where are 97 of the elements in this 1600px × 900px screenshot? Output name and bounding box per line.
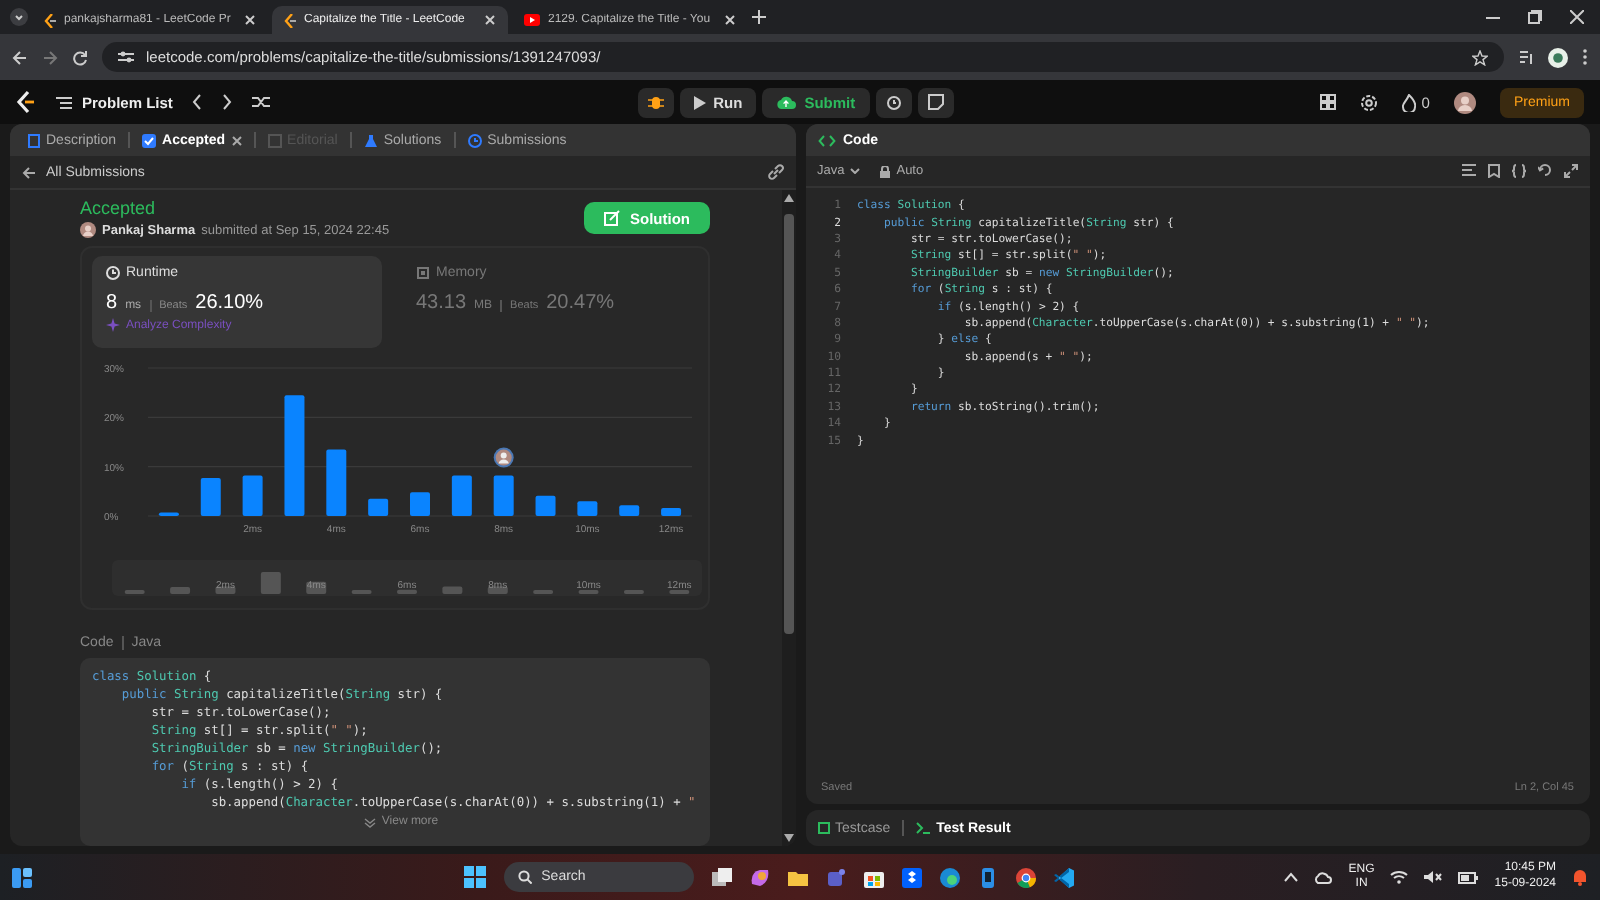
widgets-icon[interactable] [12, 867, 32, 887]
new-tab-icon[interactable] [752, 10, 766, 24]
book-icon [267, 133, 282, 147]
copilot-icon[interactable] [749, 867, 770, 887]
search-icon [517, 870, 532, 884]
metric-value: 8 [106, 292, 118, 314]
metric-value: 43.13 [416, 292, 467, 314]
chart-bar[interactable] [451, 475, 472, 516]
close-icon[interactable] [484, 14, 496, 26]
timer-button[interactable] [875, 87, 912, 117]
avatar-icon [80, 222, 96, 238]
settings-icon[interactable] [1359, 93, 1378, 111]
notification-bell-icon[interactable] [1572, 868, 1588, 886]
close-icon[interactable] [231, 135, 242, 145]
previous-icon[interactable] [192, 94, 203, 110]
vscode-icon[interactable] [1053, 867, 1074, 887]
shuffle-icon[interactable] [252, 94, 271, 110]
store-icon[interactable] [863, 867, 884, 887]
chevron-down-icon [363, 817, 376, 827]
next-icon[interactable] [222, 94, 233, 110]
more-icon[interactable] [1582, 48, 1588, 66]
wifi-icon[interactable] [1390, 870, 1409, 884]
leetcode-logo-icon[interactable] [16, 90, 36, 114]
restore-icon[interactable] [1528, 10, 1542, 24]
chart-bar[interactable] [535, 495, 556, 516]
dropbox-icon[interactable] [901, 867, 922, 887]
clock-icon [106, 266, 120, 280]
braces-icon[interactable] [1512, 164, 1526, 178]
chart-bar[interactable] [200, 478, 221, 516]
avatar-icon[interactable] [1453, 91, 1476, 113]
link-icon[interactable] [767, 164, 783, 180]
beats-percentage: 20.47% [546, 292, 615, 314]
chrome-browser-icon[interactable] [1015, 867, 1036, 887]
check-square-icon [142, 133, 157, 147]
back-arrow-icon[interactable] [22, 165, 36, 179]
close-icon[interactable] [244, 14, 256, 26]
reload-icon[interactable] [72, 49, 88, 65]
leetcode-logo-icon [44, 13, 56, 27]
star-icon[interactable] [1472, 49, 1488, 65]
phone-link-icon[interactable] [977, 867, 998, 887]
debug-button[interactable] [637, 87, 674, 117]
media-icon[interactable] [1518, 49, 1534, 65]
folder-icon[interactable] [787, 867, 808, 887]
site-settings-icon[interactable] [118, 50, 134, 64]
sparkle-icon [106, 318, 120, 332]
close-icon[interactable] [724, 14, 736, 26]
layout-grid-icon[interactable] [1319, 94, 1336, 110]
video-logo-icon [524, 14, 540, 26]
flame-icon[interactable] [1401, 93, 1416, 111]
lock-icon [880, 165, 891, 177]
flask-icon [363, 133, 378, 147]
code-icon [817, 133, 835, 147]
back-arrow-icon[interactable] [12, 49, 28, 65]
list-icon [56, 95, 72, 109]
scroll-down-icon[interactable] [783, 834, 793, 842]
profile-icon[interactable] [1548, 47, 1568, 67]
checkbox-icon [817, 822, 829, 834]
format-icon[interactable] [1462, 164, 1476, 176]
battery-icon[interactable] [1458, 871, 1479, 883]
undo-icon[interactable] [1538, 164, 1552, 176]
play-icon [693, 95, 706, 109]
chart-bar[interactable] [493, 475, 514, 516]
bug-icon [647, 94, 664, 110]
cloud-upload-icon [776, 94, 797, 110]
expand-icon[interactable] [1564, 164, 1578, 178]
windows-start-icon[interactable] [463, 866, 486, 888]
forward-arrow-icon [42, 49, 58, 65]
beats-percentage: 26.10% [195, 292, 264, 314]
chip-icon [416, 266, 430, 280]
notes-button[interactable] [917, 87, 954, 117]
submission-status: Accepted [80, 198, 158, 218]
edge-browser-icon[interactable] [939, 867, 960, 887]
chart-bar[interactable] [326, 449, 347, 516]
cloud-icon[interactable] [1314, 871, 1333, 883]
note-icon [927, 94, 944, 110]
chevron-down-icon [850, 168, 861, 174]
leetcode-logo-icon [284, 13, 296, 27]
scroll-up-icon[interactable] [783, 194, 793, 202]
task-view-icon[interactable] [711, 867, 732, 887]
close-icon[interactable] [1570, 10, 1584, 24]
chart-bar[interactable] [577, 501, 598, 516]
alarm-clock-icon [885, 94, 902, 110]
chevron-up-icon[interactable] [1284, 872, 1299, 882]
chart-bar[interactable] [619, 505, 640, 516]
speaker-icon[interactable] [1424, 870, 1443, 884]
bookmark-icon[interactable] [1488, 164, 1500, 178]
tab-search-icon[interactable] [10, 8, 28, 26]
edit-icon [604, 210, 620, 226]
chart-bar[interactable] [368, 498, 389, 516]
document-icon [28, 133, 40, 147]
chart-bar[interactable] [661, 508, 682, 516]
chart-bar[interactable] [242, 475, 263, 516]
terminal-icon [916, 822, 931, 834]
avatar-marker [493, 447, 514, 468]
scrollbar[interactable] [781, 190, 795, 846]
history-icon [467, 133, 482, 147]
teams-icon[interactable] [825, 867, 846, 887]
